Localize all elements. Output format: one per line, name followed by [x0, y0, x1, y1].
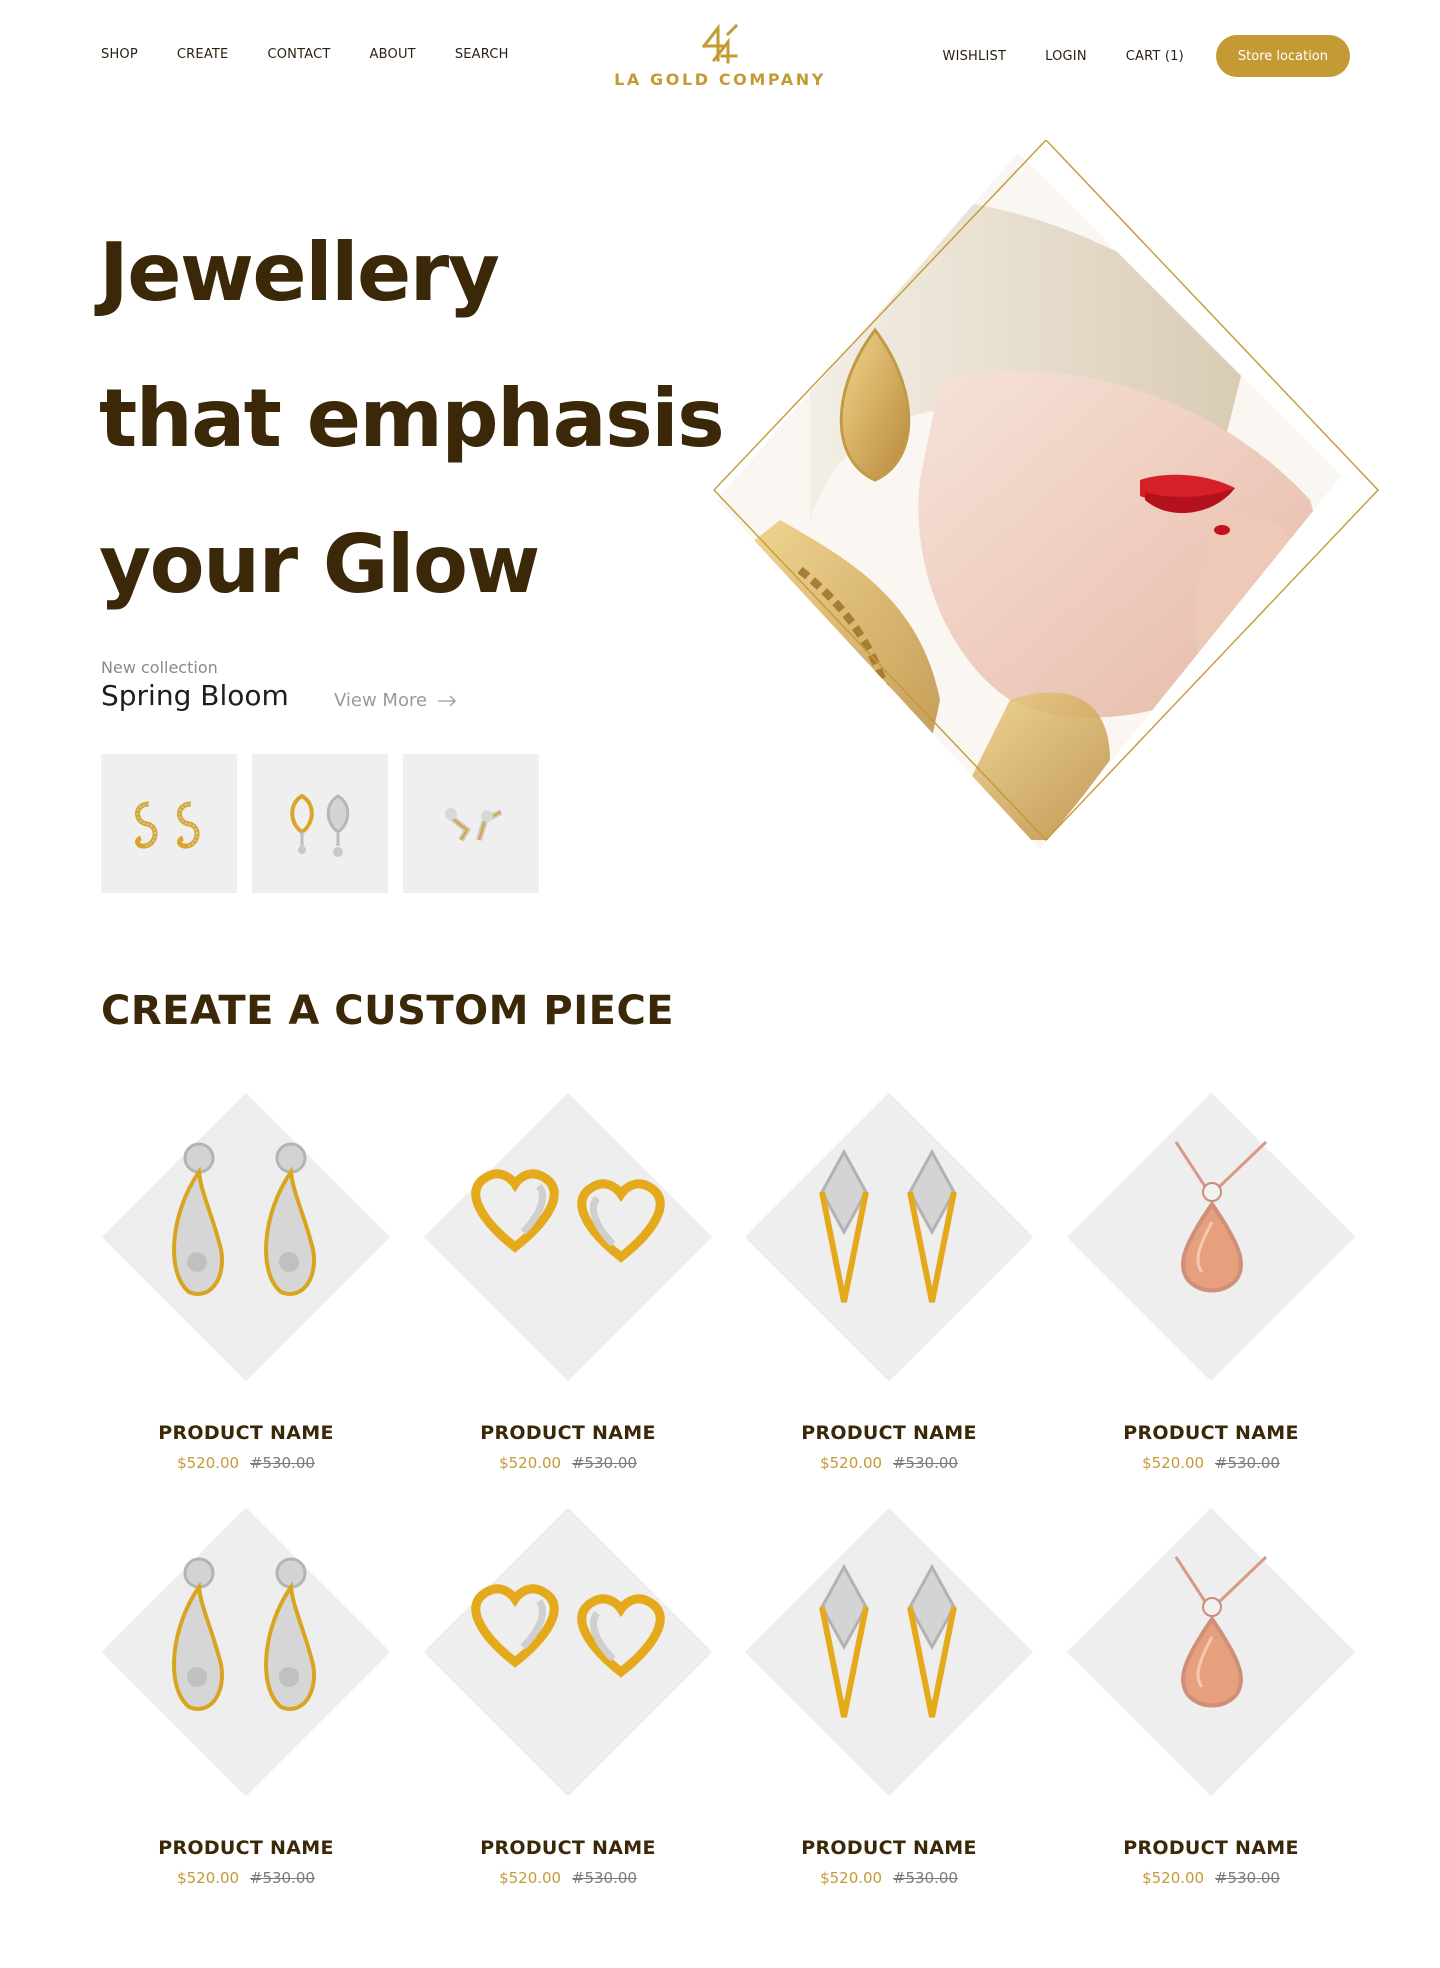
product-image — [1066, 1092, 1356, 1382]
product-name: PRODUCT NAME — [480, 1422, 656, 1444]
nav-create-link[interactable]: CREATE — [177, 47, 229, 62]
product-price: $520.00 — [499, 1869, 562, 1887]
brand-logo[interactable]: LA GOLD COMPANY — [612, 22, 828, 89]
product-name: PRODUCT NAME — [158, 1837, 334, 1859]
product-name: PRODUCT NAME — [801, 1422, 977, 1444]
product-price: $520.00 — [499, 1454, 562, 1472]
product-price: $520.00 — [1142, 1454, 1205, 1472]
nav-wishlist-link[interactable]: WISHLIST — [943, 49, 1007, 64]
product-card[interactable]: PRODUCT NAME $520.00 #530.00 — [1066, 1092, 1356, 1487]
nav-left-menu: SHOP CREATE CONTACT ABOUT SEARCH — [101, 47, 548, 62]
drop-earrings-icon — [172, 1142, 317, 1296]
collection-thumbnail[interactable] — [252, 754, 388, 893]
pendant-necklace-icon — [1174, 1555, 1268, 1708]
product-prices: $520.00 #530.00 — [423, 1454, 713, 1472]
product-old-price: #530.00 — [571, 1454, 637, 1472]
hero-image — [690, 138, 1390, 860]
product-card[interactable]: PRODUCT NAME $520.00 #530.00 — [101, 1092, 391, 1487]
product-old-price: #530.00 — [249, 1869, 315, 1887]
nav-contact-link[interactable]: CONTACT — [267, 47, 330, 62]
nav-about-link[interactable]: ABOUT — [370, 47, 416, 62]
collection-thumbnail[interactable] — [403, 754, 539, 893]
product-name: PRODUCT NAME — [801, 1837, 977, 1859]
hero-title-line-2: that emphasis — [99, 372, 725, 465]
product-prices: $520.00 #530.00 — [101, 1454, 391, 1472]
collection-info: New collection Spring Bloom — [101, 658, 289, 712]
product-price: $520.00 — [177, 1869, 240, 1887]
product-price: $520.00 — [1142, 1869, 1205, 1887]
product-card[interactable]: PRODUCT NAME $520.00 #530.00 — [101, 1507, 391, 1902]
product-old-price: #530.00 — [892, 1869, 958, 1887]
product-image — [101, 1092, 391, 1382]
product-price: $520.00 — [820, 1454, 883, 1472]
pendant-necklace-icon — [1174, 1140, 1268, 1293]
product-old-price: #530.00 — [571, 1869, 637, 1887]
product-price: $520.00 — [820, 1869, 883, 1887]
product-old-price: #530.00 — [249, 1454, 315, 1472]
heart-earrings-icon — [471, 1584, 665, 1678]
product-image — [101, 1507, 391, 1797]
product-old-price: #530.00 — [1214, 1869, 1280, 1887]
view-more-link[interactable]: View More — [334, 690, 457, 711]
product-name: PRODUCT NAME — [158, 1422, 334, 1444]
hero-title: Jewellery that emphasis your Glow — [99, 200, 725, 638]
product-card[interactable]: PRODUCT NAME $520.00 #530.00 — [744, 1092, 1034, 1487]
nav-shop-link[interactable]: SHOP — [101, 47, 138, 62]
top-navigation: SHOP CREATE CONTACT ABOUT SEARCH LA GOLD… — [0, 0, 1440, 112]
product-card[interactable]: PRODUCT NAME $520.00 #530.00 — [423, 1507, 713, 1902]
section-title: CREATE A CUSTOM PIECE — [101, 988, 675, 1034]
product-card[interactable]: PRODUCT NAME $520.00 #530.00 — [744, 1507, 1034, 1902]
nav-search-link[interactable]: SEARCH — [455, 47, 509, 62]
product-name: PRODUCT NAME — [1123, 1837, 1299, 1859]
product-prices: $520.00 #530.00 — [744, 1454, 1034, 1472]
product-prices: $520.00 #530.00 — [744, 1869, 1034, 1887]
arrow-right-icon — [438, 695, 456, 706]
collection-thumbnails — [101, 754, 539, 893]
product-image — [423, 1507, 713, 1797]
hero-model-photo — [713, 138, 1379, 851]
diamond-earrings-icon — [819, 1563, 957, 1718]
hero-title-line-3: your Glow — [99, 518, 540, 611]
product-image — [1066, 1507, 1356, 1797]
heart-earrings-icon — [471, 1169, 665, 1263]
product-image — [744, 1092, 1034, 1382]
collection-thumbnail[interactable] — [101, 754, 237, 893]
diamond-earrings-icon — [819, 1148, 957, 1303]
product-price: $520.00 — [177, 1454, 240, 1472]
product-image — [423, 1092, 713, 1382]
product-old-price: #530.00 — [1214, 1454, 1280, 1472]
nav-right-menu: WISHLIST LOGIN CART (1) Store location — [943, 35, 1350, 77]
hero-title-line-1: Jewellery — [99, 226, 500, 319]
product-name: PRODUCT NAME — [1123, 1422, 1299, 1444]
product-prices: $520.00 #530.00 — [423, 1869, 713, 1887]
nav-cart-link[interactable]: CART (1) — [1126, 49, 1184, 64]
logo-text: LA GOLD COMPANY — [614, 70, 826, 89]
nav-login-link[interactable]: LOGIN — [1045, 49, 1087, 64]
star-cuff-earrings-icon — [445, 807, 503, 842]
product-old-price: #530.00 — [892, 1454, 958, 1472]
collection-name: Spring Bloom — [101, 679, 289, 712]
view-more-label: View More — [334, 690, 428, 711]
collection-kicker: New collection — [101, 658, 218, 677]
product-name: PRODUCT NAME — [480, 1837, 656, 1859]
swirl-earrings-icon — [135, 801, 200, 849]
product-prices: $520.00 #530.00 — [1066, 1869, 1356, 1887]
logo-icon — [701, 23, 739, 64]
product-card[interactable]: PRODUCT NAME $520.00 #530.00 — [1066, 1507, 1356, 1902]
product-image — [744, 1507, 1034, 1797]
fan-drop-earrings-icon — [290, 793, 350, 857]
store-location-button[interactable]: Store location — [1215, 35, 1350, 77]
product-prices: $520.00 #530.00 — [1066, 1454, 1356, 1472]
product-prices: $520.00 #530.00 — [101, 1869, 391, 1887]
drop-earrings-icon — [172, 1557, 317, 1711]
product-card[interactable]: PRODUCT NAME $520.00 #530.00 — [423, 1092, 713, 1487]
